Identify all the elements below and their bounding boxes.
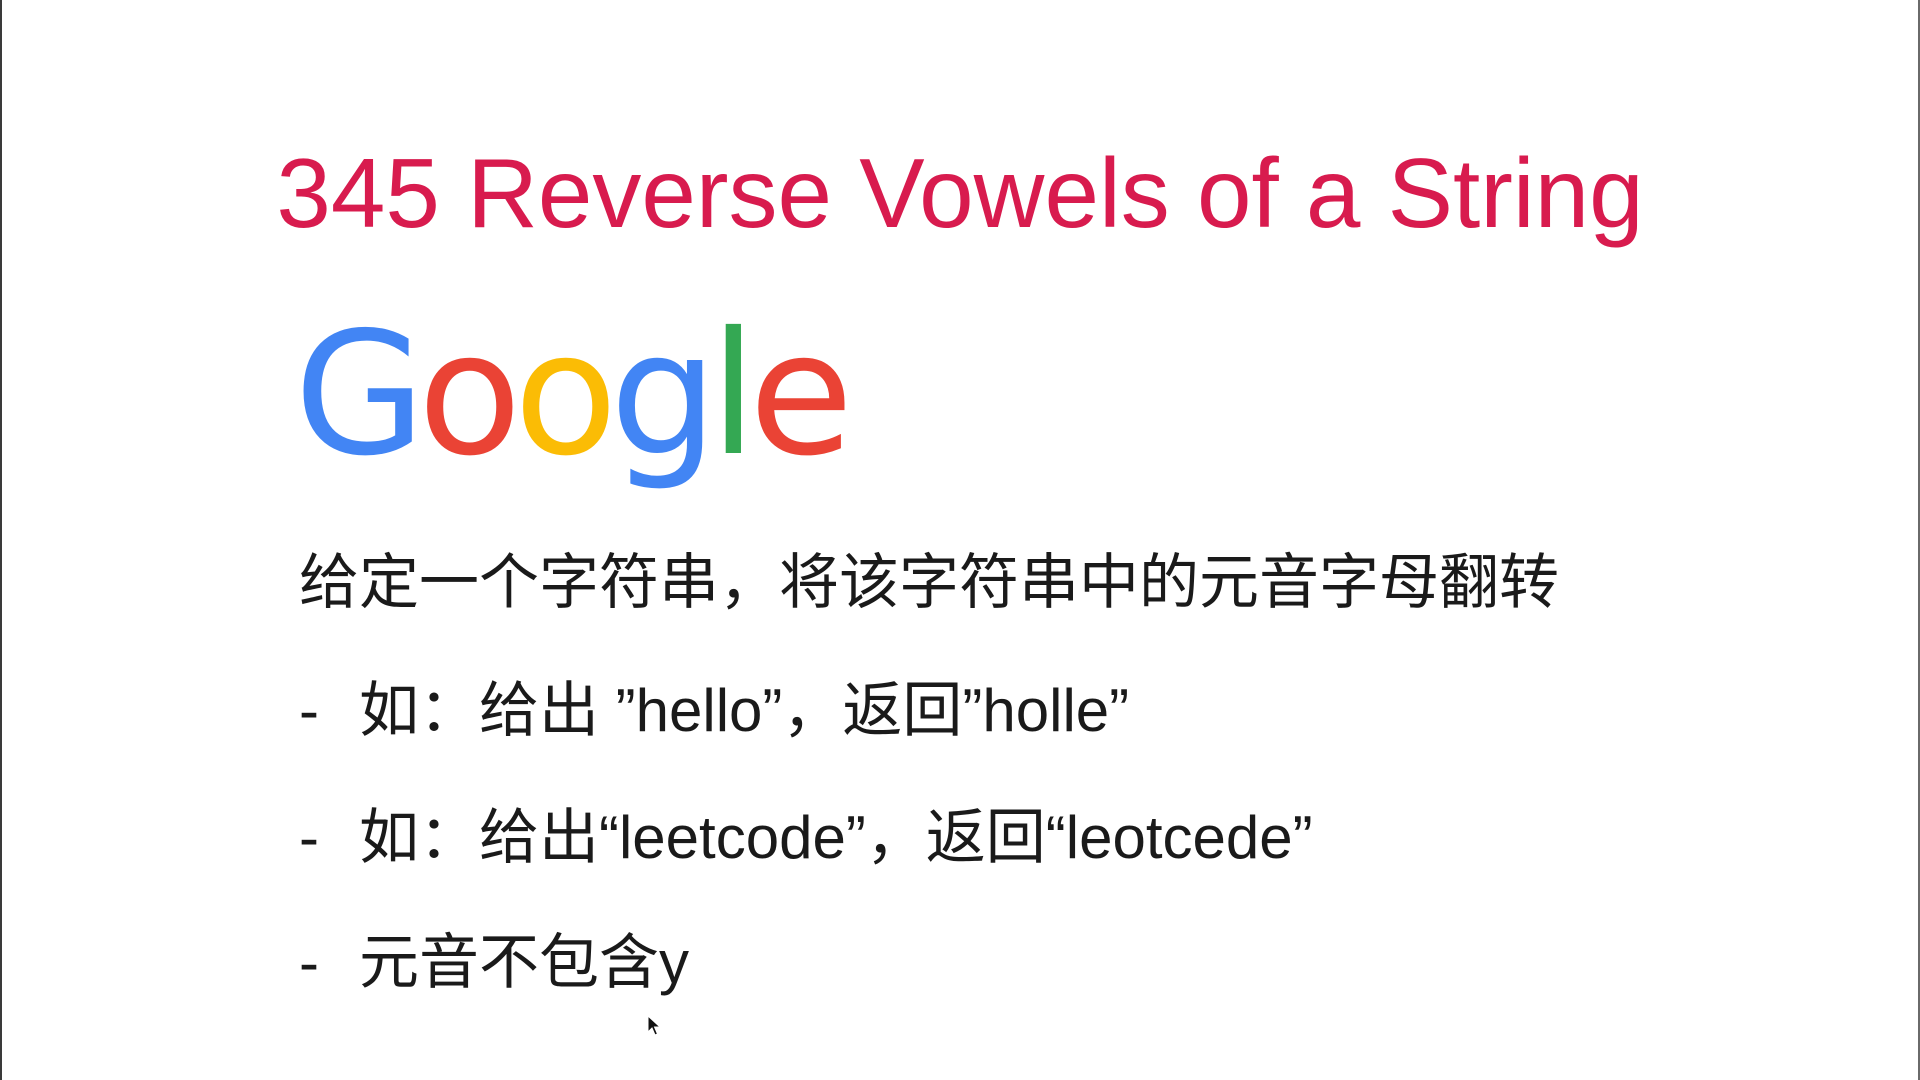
logo-letter-o1: o: [417, 296, 522, 494]
slide-title: 345 Reverse Vowels of a String: [276, 138, 1644, 248]
problem-description: 给定一个字符串，将该字符串中的元音字母翻转: [299, 549, 1559, 616]
list-item: - 元音不包含y: [299, 928, 689, 998]
bullet-dash: -: [299, 677, 319, 744]
list-item-text: 如：给出 ”hello”，返回”holle”: [359, 677, 1130, 744]
list-item: - 如：给出“leetcode”，返回“leotcede”: [299, 803, 1313, 873]
list-item-text: 如：给出“leetcode”，返回“leotcede”: [359, 804, 1313, 871]
bullet-dash: -: [299, 804, 319, 871]
logo-letter-g: G: [294, 296, 426, 494]
bullet-dash: -: [299, 929, 319, 996]
logo-letter-e: e: [748, 296, 854, 494]
slide: 345 Reverse Vowels of a String Google 给定…: [0, 0, 1920, 1080]
list-item-text: 元音不包含y: [359, 929, 689, 996]
logo-letter-o2: o: [513, 296, 618, 494]
logo-letter-g2: g: [609, 296, 718, 494]
google-logo: Google: [294, 296, 854, 494]
list-item: - 如：给出 ”hello”，返回”holle”: [299, 676, 1129, 746]
mouse-pointer-icon: [647, 1015, 661, 1036]
logo-letter-l: l: [709, 296, 757, 494]
